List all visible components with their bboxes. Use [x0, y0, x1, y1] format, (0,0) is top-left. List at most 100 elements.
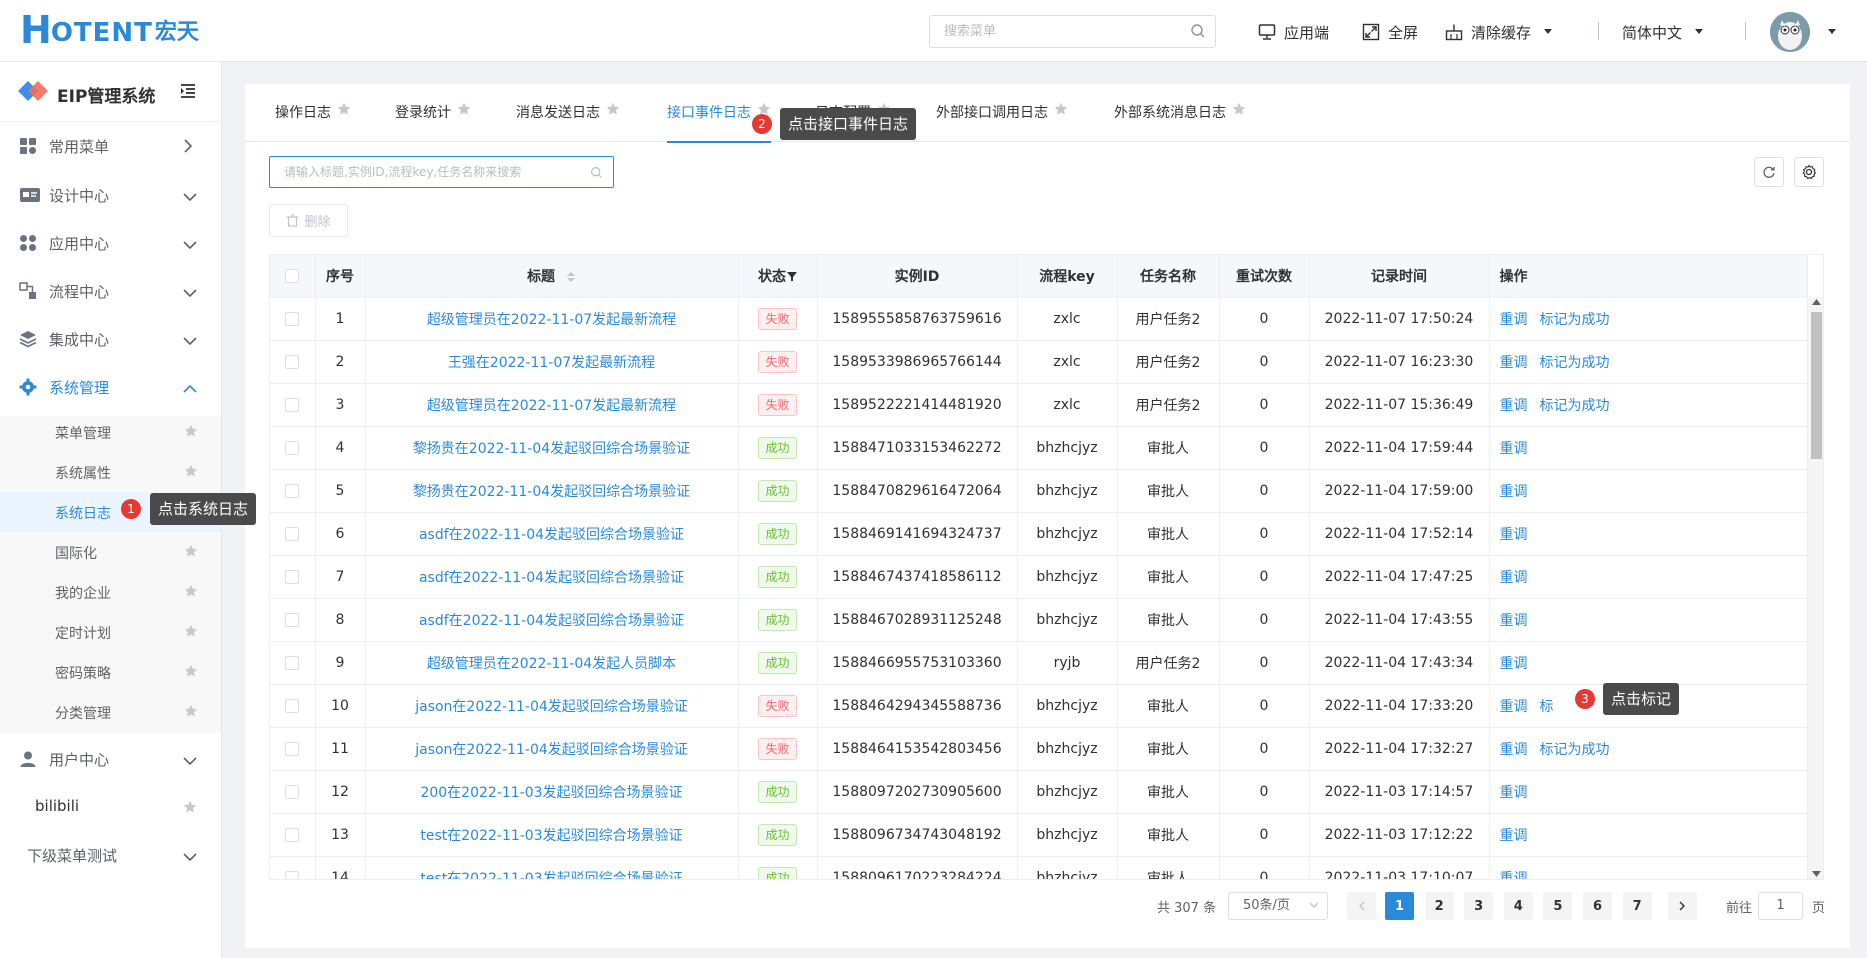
- row-checkbox[interactable]: [285, 311, 300, 326]
- log-search[interactable]: [269, 156, 614, 188]
- retry-link[interactable]: 重调: [1500, 570, 1528, 586]
- submenu-item-6[interactable]: 定时计划: [0, 612, 221, 652]
- row-title-link[interactable]: 黎扬贵在2022-11-04发起驳回综合场景验证: [413, 441, 690, 457]
- row-checkbox[interactable]: [285, 569, 300, 584]
- col-header-status[interactable]: 状态: [738, 255, 818, 298]
- menu-collapse-icon[interactable]: [180, 84, 196, 98]
- row-title-link[interactable]: 黎扬贵在2022-11-04发起驳回综合场景验证: [413, 484, 690, 500]
- row-title-link[interactable]: asdf在2022-11-04发起驳回综合场景验证: [419, 613, 684, 629]
- row-title-link[interactable]: test在2022-11-03发起驳回综合场景验证: [420, 828, 682, 844]
- mark-success-link[interactable]: 标记为成功: [1540, 742, 1610, 758]
- menu-search[interactable]: [929, 15, 1216, 48]
- row-checkbox[interactable]: [285, 827, 300, 842]
- menu-search-input[interactable]: [944, 16, 1184, 47]
- row-checkbox[interactable]: [285, 870, 300, 879]
- language-dropdown[interactable]: 简体中文: [1622, 20, 1704, 44]
- row-title-link[interactable]: 200在2022-11-03发起驳回综合场景验证: [420, 785, 682, 801]
- retry-link[interactable]: 重调: [1500, 484, 1528, 500]
- row-select-cell[interactable]: [270, 297, 316, 341]
- favorite-star-icon[interactable]: [184, 584, 198, 602]
- favorite-star-icon[interactable]: [1054, 102, 1068, 120]
- tab-7[interactable]: 外部系统消息日志: [1114, 102, 1246, 142]
- sidebar-menu-3[interactable]: 应用中心: [0, 219, 221, 267]
- retry-link[interactable]: 重调: [1500, 785, 1528, 801]
- mark-success-link[interactable]: 标记为成功: [1540, 398, 1610, 414]
- retry-link[interactable]: 重调: [1500, 441, 1528, 457]
- row-title-link[interactable]: asdf在2022-11-04发起驳回综合场景验证: [419, 570, 684, 586]
- row-checkbox[interactable]: [285, 354, 300, 369]
- row-select-cell[interactable]: [270, 856, 316, 879]
- mark-success-link[interactable]: 标记为成功: [1540, 355, 1610, 371]
- row-title-link[interactable]: test在2022-11-03发起驳回综合场景验证: [420, 871, 682, 880]
- tab-1[interactable]: 操作日志: [275, 102, 351, 142]
- favorite-star-icon[interactable]: [184, 464, 198, 482]
- table-scrollbar[interactable]: [1807, 297, 1823, 879]
- favorite-star-icon[interactable]: [337, 102, 351, 120]
- retry-link[interactable]: 重调: [1500, 828, 1528, 844]
- filter-icon[interactable]: [787, 271, 797, 282]
- row-title-link[interactable]: 王强在2022-11-07发起最新流程: [448, 355, 655, 371]
- mark-success-link[interactable]: 标: [1540, 699, 1554, 715]
- row-title-link[interactable]: 超级管理员在2022-11-07发起最新流程: [427, 398, 676, 414]
- row-select-cell[interactable]: [270, 813, 316, 857]
- page-number-button[interactable]: 3: [1464, 892, 1494, 920]
- user-avatar[interactable]: [1770, 12, 1810, 52]
- favorite-star-icon[interactable]: [457, 102, 471, 120]
- page-number-button[interactable]: 6: [1583, 892, 1612, 920]
- delete-button[interactable]: 删除: [269, 204, 348, 237]
- row-checkbox[interactable]: [285, 612, 300, 627]
- retry-link[interactable]: 重调: [1500, 742, 1528, 758]
- retry-link[interactable]: 重调: [1500, 312, 1528, 328]
- favorite-star-icon[interactable]: [184, 544, 198, 562]
- page-number-button[interactable]: 7: [1622, 892, 1652, 920]
- retry-link[interactable]: 重调: [1500, 871, 1528, 880]
- sidebar-menu-6[interactable]: 系统管理: [0, 363, 221, 411]
- favorite-star-icon[interactable]: [183, 800, 197, 818]
- page-number-button[interactable]: 1: [1385, 892, 1414, 920]
- row-select-cell[interactable]: [270, 598, 316, 642]
- row-checkbox[interactable]: [285, 741, 300, 756]
- favorite-star-icon[interactable]: [184, 624, 198, 642]
- row-select-cell[interactable]: [270, 641, 316, 685]
- row-select-cell[interactable]: [270, 555, 316, 599]
- refresh-button[interactable]: [1754, 157, 1784, 187]
- select-all-cell[interactable]: [270, 255, 316, 298]
- col-header-title[interactable]: 标题: [365, 255, 739, 298]
- row-title-link[interactable]: jason在2022-11-04发起驳回综合场景验证: [415, 699, 688, 715]
- row-select-cell[interactable]: [270, 512, 316, 556]
- row-checkbox[interactable]: [285, 483, 300, 498]
- row-checkbox[interactable]: [285, 698, 300, 713]
- fullscreen-button[interactable]: 全屏: [1362, 20, 1418, 44]
- page-number-button[interactable]: 4: [1503, 892, 1533, 920]
- search-icon[interactable]: [590, 166, 603, 183]
- favorite-star-icon[interactable]: [184, 664, 198, 682]
- row-select-cell[interactable]: [270, 469, 316, 513]
- submenu-item-2[interactable]: 系统属性: [0, 452, 221, 492]
- row-select-cell[interactable]: [270, 383, 316, 427]
- row-checkbox[interactable]: [285, 526, 300, 541]
- mark-success-link[interactable]: 标记为成功: [1540, 312, 1610, 328]
- sidebar-menu-5[interactable]: 集成中心: [0, 315, 221, 363]
- row-select-cell[interactable]: [270, 684, 316, 728]
- tab-3[interactable]: 消息发送日志: [516, 102, 620, 142]
- search-icon[interactable]: [1190, 23, 1206, 43]
- scroll-up-icon[interactable]: [1812, 299, 1821, 305]
- user-menu-caret-icon[interactable]: [1827, 28, 1837, 36]
- favorite-star-icon[interactable]: [1232, 102, 1246, 120]
- row-title-link[interactable]: asdf在2022-11-04发起驳回综合场景验证: [419, 527, 684, 543]
- favorite-star-icon[interactable]: [184, 424, 198, 442]
- log-search-input[interactable]: [284, 157, 584, 187]
- row-title-link[interactable]: jason在2022-11-04发起驳回综合场景验证: [415, 742, 688, 758]
- submenu-item-4[interactable]: 国际化: [0, 532, 221, 572]
- hotent-logo[interactable]: H OTENT 宏天: [20, 11, 199, 49]
- sidebar-menu-2[interactable]: 设计中心: [0, 171, 221, 219]
- retry-link[interactable]: 重调: [1500, 699, 1528, 715]
- favorite-star-icon[interactable]: [606, 102, 620, 120]
- submenu-item-8[interactable]: 分类管理: [0, 692, 221, 732]
- row-select-cell[interactable]: [270, 340, 316, 384]
- submenu-item-1[interactable]: 菜单管理: [0, 412, 221, 452]
- row-checkbox[interactable]: [285, 655, 300, 670]
- retry-link[interactable]: 重调: [1500, 656, 1528, 672]
- sort-icon[interactable]: [566, 271, 576, 283]
- row-title-link[interactable]: 超级管理员在2022-11-07发起最新流程: [427, 312, 676, 328]
